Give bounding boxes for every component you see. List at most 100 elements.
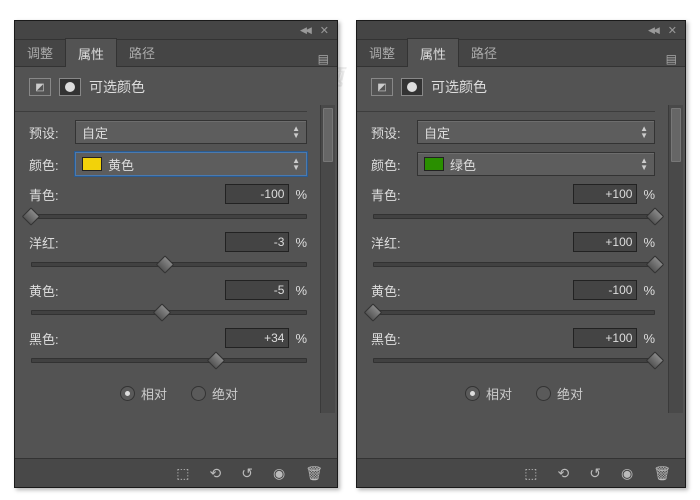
close-icon[interactable]: ✕ [320, 24, 329, 37]
slider-value-input[interactable] [573, 232, 637, 252]
percent-sign: % [295, 283, 307, 298]
scrollbar[interactable] [668, 105, 683, 413]
slider-3: 黑色: % [371, 328, 677, 366]
collapse-icon[interactable]: ◀◀ [300, 25, 310, 36]
color-select[interactable]: 绿色▲▼ [417, 152, 655, 176]
tab-1[interactable]: 属性 [65, 38, 117, 67]
color-row: 颜色: 绿色▲▼ [371, 152, 677, 176]
percent-sign: % [295, 331, 307, 346]
percent-sign: % [643, 235, 655, 250]
panel-title: 可选颜色 [431, 77, 487, 97]
clip-icon[interactable]: ⬚ [524, 465, 537, 482]
tab-2[interactable]: 路径 [459, 38, 509, 66]
tab-0[interactable]: 调整 [15, 38, 65, 66]
radio-dot-icon [536, 386, 551, 401]
slider-label: 黄色: [371, 281, 427, 300]
menu-icon[interactable]: ▤ [318, 52, 329, 66]
adjustment-icon[interactable]: ◩ [371, 78, 393, 96]
menu-icon[interactable]: ▤ [666, 52, 677, 66]
chevron-updown-icon: ▲▼ [292, 125, 300, 139]
slider-value-input[interactable] [573, 328, 637, 348]
color-swatch [424, 157, 444, 171]
slider-value-input[interactable] [573, 184, 637, 204]
color-select[interactable]: 黄色▲▼ [75, 152, 307, 176]
view-prev-icon[interactable]: ⟲ [210, 465, 222, 482]
reset-icon[interactable]: ↺ [241, 465, 253, 482]
slider-label: 洋红: [29, 233, 85, 252]
scrollbar[interactable] [320, 105, 335, 413]
slider-value-input[interactable] [225, 232, 289, 252]
radio-dot-icon [465, 386, 480, 401]
radio-relative[interactable]: 相对 [465, 384, 512, 403]
panel-footer: ⬚ ⟲ ↺ ◉ 🗑 [357, 458, 685, 487]
preset-select[interactable]: 自定▲▼ [417, 120, 655, 144]
visibility-icon[interactable]: ◉ [621, 465, 633, 482]
percent-sign: % [295, 187, 307, 202]
chevron-updown-icon: ▲▼ [292, 157, 300, 171]
slider-track[interactable] [373, 208, 655, 222]
tab-0[interactable]: 调整 [357, 38, 407, 66]
view-prev-icon[interactable]: ⟲ [558, 465, 570, 482]
slider-label: 青色: [371, 185, 427, 204]
slider-label: 黑色: [29, 329, 85, 348]
slider-label: 黑色: [371, 329, 427, 348]
adjustment-icon[interactable]: ◩ [29, 78, 51, 96]
slider-track[interactable] [31, 304, 307, 318]
slider-value-input[interactable] [573, 280, 637, 300]
mask-icon[interactable] [401, 78, 423, 96]
properties-panel: ◀◀ ✕ 调整属性路径 ▤ ◩ 可选颜色 预设: 自定▲▼ 颜色: 绿色▲▼ 青色… [356, 20, 686, 488]
percent-sign: % [643, 331, 655, 346]
tab-bar: 调整属性路径 ▤ [15, 40, 337, 67]
percent-sign: % [295, 235, 307, 250]
collapse-icon[interactable]: ◀◀ [648, 25, 658, 36]
percent-sign: % [643, 187, 655, 202]
tab-1[interactable]: 属性 [407, 38, 459, 67]
close-icon[interactable]: ✕ [668, 24, 677, 37]
preset-row: 预设: 自定▲▼ [371, 120, 677, 144]
panel-body: 预设: 自定▲▼ 颜色: 黄色▲▼ 青色: % 洋红: % 黄色: % 黑色: … [15, 105, 337, 413]
slider-track[interactable] [31, 208, 307, 222]
clip-icon[interactable]: ⬚ [176, 465, 189, 482]
scrollbar-thumb[interactable] [323, 108, 333, 162]
slider-track[interactable] [373, 304, 655, 318]
slider-value-input[interactable] [225, 184, 289, 204]
slider-value-input[interactable] [225, 280, 289, 300]
radio-relative[interactable]: 相对 [120, 384, 167, 403]
panel-footer: ⬚ ⟲ ↺ ◉ 🗑 [15, 458, 337, 487]
title-row: ◩ 可选颜色 [15, 67, 337, 105]
slider-track[interactable] [373, 256, 655, 270]
slider-2: 黄色: % [29, 280, 329, 318]
tab-2[interactable]: 路径 [117, 38, 167, 66]
radio-absolute[interactable]: 绝对 [191, 384, 238, 403]
chevron-updown-icon: ▲▼ [640, 125, 648, 139]
slider-2: 黄色: % [371, 280, 677, 318]
slider-3: 黑色: % [29, 328, 329, 366]
scrollbar-thumb[interactable] [671, 108, 681, 162]
percent-sign: % [643, 283, 655, 298]
panel-title: 可选颜色 [89, 77, 145, 97]
chevron-updown-icon: ▲▼ [640, 157, 648, 171]
radio-absolute[interactable]: 绝对 [536, 384, 583, 403]
mask-icon[interactable] [59, 78, 81, 96]
visibility-icon[interactable]: ◉ [273, 465, 285, 482]
trash-icon[interactable]: 🗑 [653, 465, 671, 482]
preset-label: 预设: [29, 123, 75, 142]
slider-0: 青色: % [29, 184, 329, 222]
trash-icon[interactable]: 🗑 [305, 465, 323, 482]
slider-label: 黄色: [29, 281, 85, 300]
slider-label: 洋红: [371, 233, 427, 252]
preset-label: 预设: [371, 123, 417, 142]
slider-track[interactable] [31, 352, 307, 366]
slider-value-input[interactable] [225, 328, 289, 348]
reset-icon[interactable]: ↺ [589, 465, 601, 482]
preset-select[interactable]: 自定▲▼ [75, 120, 307, 144]
color-label: 颜色: [371, 155, 417, 174]
color-row: 颜色: 黄色▲▼ [29, 152, 329, 176]
slider-track[interactable] [31, 256, 307, 270]
mode-radio-group: 相对 绝对 [371, 376, 677, 413]
radio-dot-icon [191, 386, 206, 401]
radio-dot-icon [120, 386, 135, 401]
slider-track[interactable] [373, 352, 655, 366]
slider-label: 青色: [29, 185, 85, 204]
color-label: 颜色: [29, 155, 75, 174]
